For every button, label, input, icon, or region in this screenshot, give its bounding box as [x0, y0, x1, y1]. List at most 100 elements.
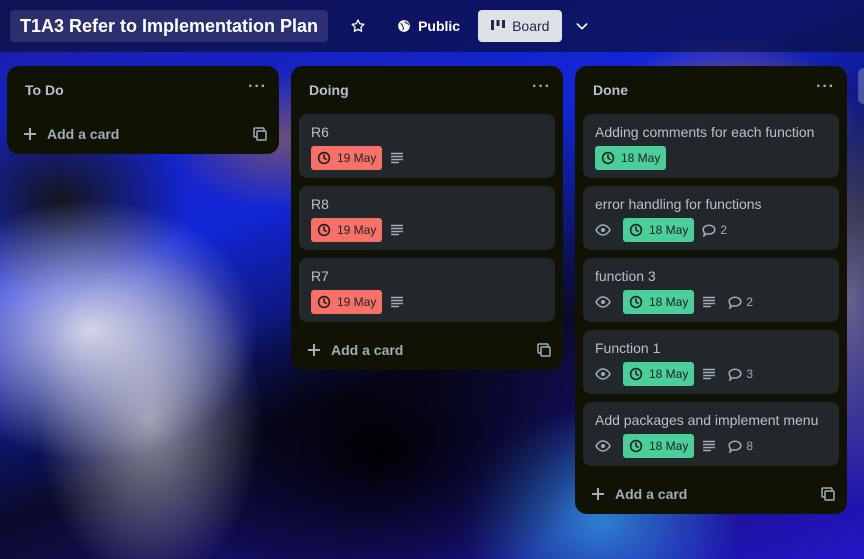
- clock-icon: [629, 223, 643, 237]
- list-menu-button[interactable]: ···: [532, 79, 551, 98]
- add-list-edge[interactable]: [858, 68, 864, 104]
- due-date-badge[interactable]: 19 May: [311, 290, 383, 314]
- clock-icon: [629, 439, 643, 453]
- list-title[interactable]: To Do: [25, 82, 64, 98]
- due-date-label: 18 May: [649, 367, 689, 381]
- eye-icon: [595, 440, 611, 452]
- description-icon: [703, 296, 716, 308]
- card[interactable]: R8 19 May: [299, 186, 555, 250]
- list-menu-button[interactable]: ···: [816, 79, 835, 98]
- due-date-badge[interactable]: 18 May: [623, 218, 695, 242]
- card-badges: 19 May: [311, 290, 543, 314]
- due-date-badge[interactable]: 18 May: [595, 146, 667, 170]
- description-icon: [391, 296, 404, 308]
- card[interactable]: function 3 18 May 2: [583, 258, 839, 322]
- comments-count: 8: [746, 439, 754, 453]
- due-date-label: 19 May: [337, 151, 377, 165]
- comment-icon: [702, 223, 716, 237]
- plus-icon: [592, 488, 604, 500]
- comments-badge: 8: [728, 439, 753, 453]
- description-badge: [702, 368, 720, 380]
- list-done: Done ··· Adding comments for each functi…: [575, 66, 847, 514]
- comments-count: 2: [720, 223, 728, 237]
- board-icon: [491, 20, 506, 30]
- watch-badge: [595, 440, 615, 452]
- add-card-button[interactable]: Add a card: [575, 474, 847, 514]
- template-icon[interactable]: [253, 127, 267, 141]
- card-title: error handling for functions: [595, 196, 762, 212]
- watch-badge: [595, 224, 615, 236]
- card[interactable]: R7 19 May: [299, 258, 555, 322]
- description-icon: [391, 224, 404, 236]
- board-view-label: Board: [512, 18, 550, 34]
- clock-icon: [629, 367, 643, 381]
- watch-badge: [595, 296, 615, 308]
- card[interactable]: Add packages and implement menu 18 May 8: [583, 402, 839, 466]
- visibility-label: Public: [418, 18, 461, 34]
- chevron-down-icon: [576, 23, 588, 30]
- list-header: Done ···: [575, 66, 847, 114]
- due-date-label: 18 May: [621, 151, 661, 165]
- description-badge: [390, 224, 408, 236]
- card-badges: 18 May 2: [595, 290, 827, 314]
- comment-icon: [728, 439, 742, 453]
- card-title: R7: [311, 268, 329, 284]
- card-badges: 18 May 8: [595, 434, 827, 458]
- due-date-badge[interactable]: 19 May: [311, 146, 383, 170]
- card[interactable]: R6 19 May: [299, 114, 555, 178]
- eye-icon: [595, 296, 611, 308]
- board-title[interactable]: T1A3 Refer to Implementation Plan: [10, 10, 329, 42]
- list-title[interactable]: Doing: [309, 82, 349, 98]
- visibility-button[interactable]: Public: [389, 10, 468, 42]
- comments-count: 3: [746, 367, 754, 381]
- add-card-button[interactable]: Add a card: [291, 330, 563, 370]
- description-badge: [702, 296, 720, 308]
- template-icon[interactable]: [821, 487, 835, 501]
- watch-badge: [595, 368, 615, 380]
- list-to-do: To Do ··· Add a card: [7, 66, 279, 154]
- star-button[interactable]: [344, 10, 379, 42]
- comments-count: 2: [746, 295, 754, 309]
- description-badge: [390, 152, 408, 164]
- due-date-badge[interactable]: 18 May: [623, 290, 695, 314]
- due-date-label: 18 May: [649, 295, 689, 309]
- due-date-badge[interactable]: 18 May: [623, 362, 695, 386]
- board-view-button[interactable]: Board: [478, 10, 563, 42]
- board-header: T1A3 Refer to Implementation Plan Public…: [0, 0, 864, 52]
- clock-icon: [317, 151, 331, 165]
- card[interactable]: Function 1 18 May 3: [583, 330, 839, 394]
- description-icon: [391, 152, 404, 164]
- template-icon[interactable]: [537, 343, 551, 357]
- due-date-badge[interactable]: 18 May: [623, 434, 695, 458]
- card-badges: 18 May 3: [595, 362, 827, 386]
- due-date-label: 18 May: [649, 439, 689, 453]
- list-menu-button[interactable]: ···: [248, 79, 267, 98]
- globe-icon: [398, 20, 410, 32]
- clock-icon: [317, 295, 331, 309]
- comment-icon: [728, 295, 742, 309]
- comments-badge: 3: [728, 367, 753, 381]
- list-title[interactable]: Done: [593, 82, 628, 98]
- card-title: function 3: [595, 268, 656, 284]
- comment-icon: [728, 367, 742, 381]
- card-title: R6: [311, 124, 329, 140]
- card-badges: 19 May: [311, 146, 543, 170]
- description-badge: [390, 296, 408, 308]
- card[interactable]: Adding comments for each function 18 May: [583, 114, 839, 178]
- clock-icon: [629, 295, 643, 309]
- due-date-badge[interactable]: 19 May: [311, 218, 383, 242]
- add-card-button[interactable]: Add a card: [7, 114, 279, 154]
- clock-icon: [317, 223, 331, 237]
- description-icon: [703, 440, 716, 452]
- card[interactable]: error handling for functions 18 May 2: [583, 186, 839, 250]
- view-switcher-button[interactable]: [568, 10, 603, 42]
- list-header: Doing ···: [291, 66, 563, 114]
- card-title: Add packages and implement menu: [595, 412, 819, 428]
- plus-icon: [24, 128, 36, 140]
- due-date-label: 19 May: [337, 295, 377, 309]
- card-badges: 19 May: [311, 218, 543, 242]
- eye-icon: [595, 224, 611, 236]
- due-date-label: 18 May: [649, 223, 689, 237]
- list-doing: Doing ··· R6 19 May R8 19 May R7 19 May Add a…: [291, 66, 563, 370]
- star-icon: [351, 19, 365, 32]
